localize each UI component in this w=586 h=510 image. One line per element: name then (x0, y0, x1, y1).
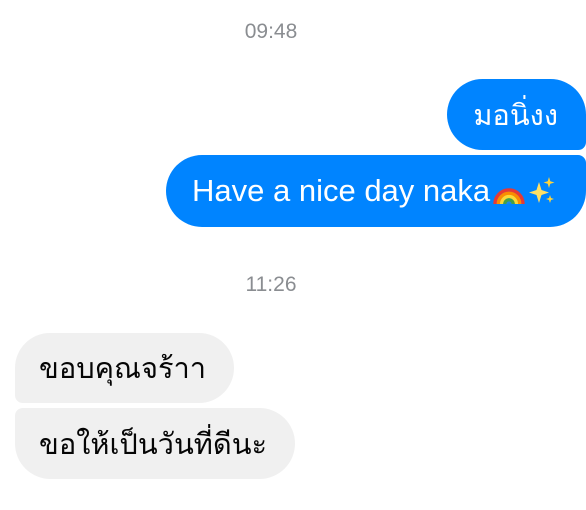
message-timestamp: 09:48 (244, 20, 298, 43)
incoming-message-bubble[interactable]: ขอให้เป็นวันที่ดีนะ (15, 408, 296, 479)
message-text: ขอให้เป็นวันที่ดีนะ (39, 426, 268, 461)
message-text: Have a nice day naka (192, 173, 491, 208)
rainbow-emoji-icon (492, 176, 526, 206)
message-text: ขอบคุณจร้าา (39, 351, 207, 385)
sparkles-emoji-icon (528, 176, 556, 206)
message-text: มอนิ่งง (473, 97, 558, 132)
outgoing-message-bubble[interactable]: มอนิ่งง (447, 79, 586, 150)
message-timestamp: 11:26 (245, 273, 297, 296)
outgoing-message-bubble[interactable]: Have a nice day naka (166, 155, 586, 227)
incoming-message-bubble[interactable]: ขอบคุณจร้าา (15, 333, 235, 403)
